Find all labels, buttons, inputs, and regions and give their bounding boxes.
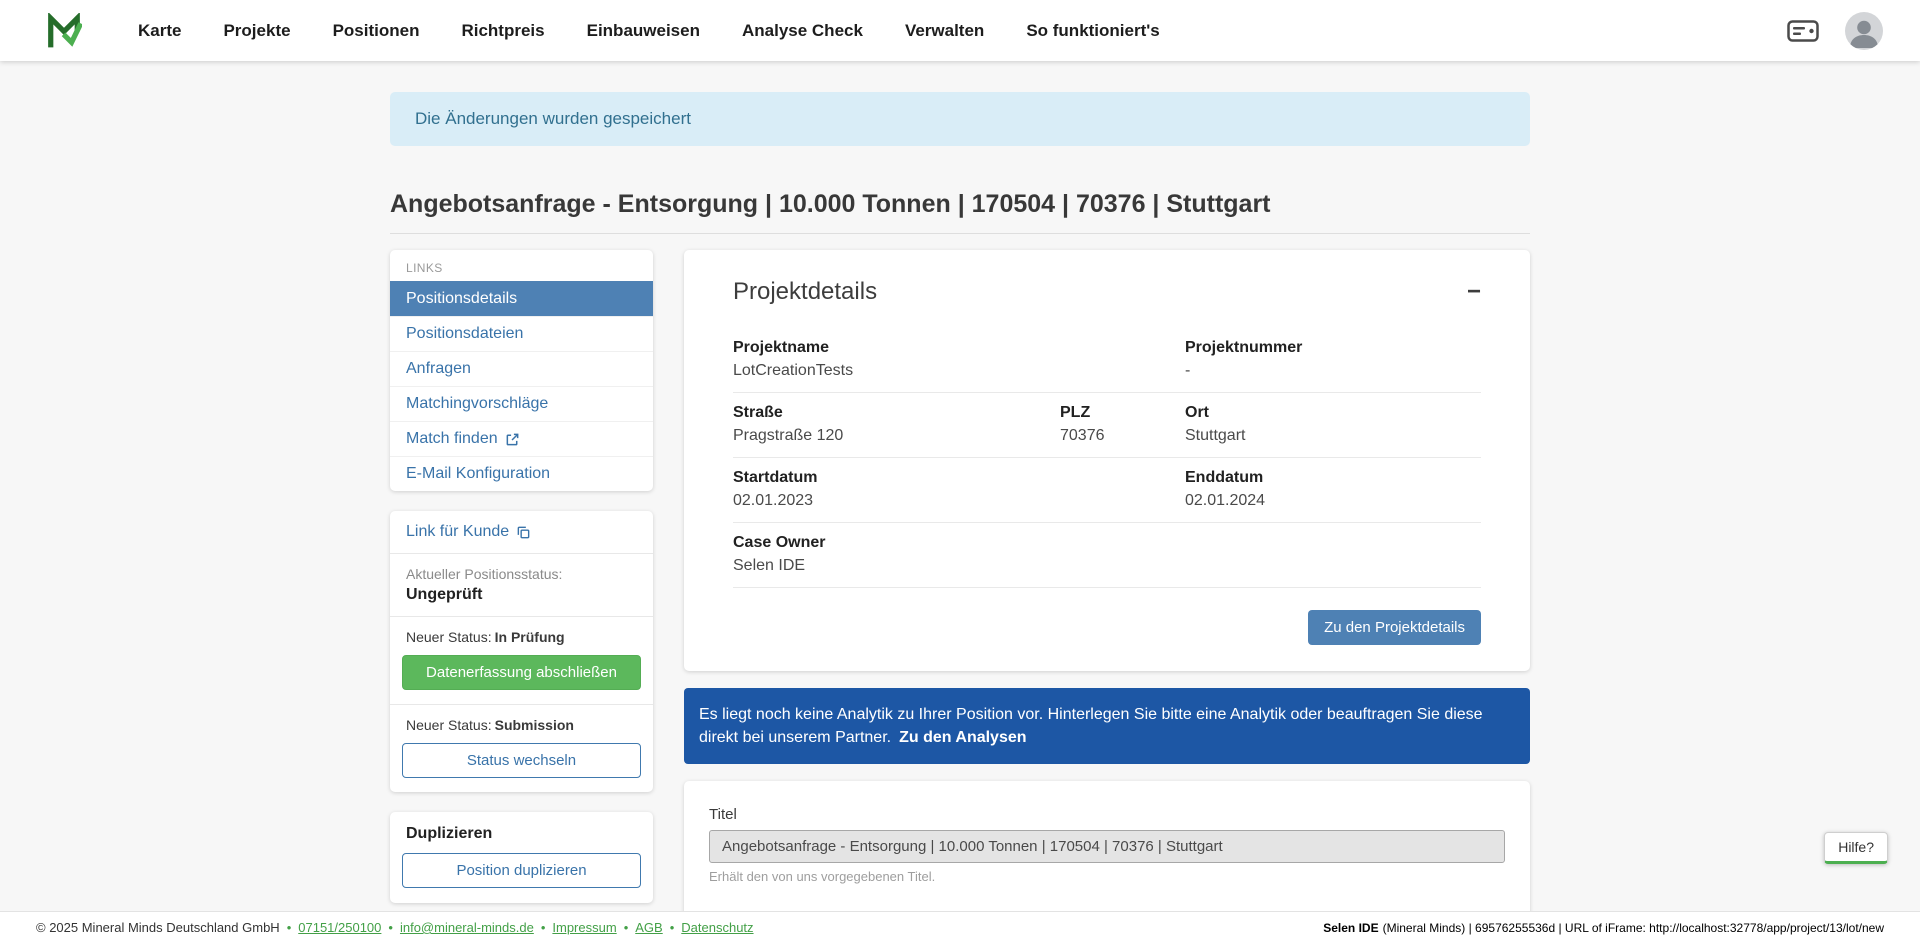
separator-dot: •: [541, 920, 546, 935]
strasse-value: Pragstraße 120: [733, 427, 1060, 445]
footer-datenschutz-link[interactable]: Datenschutz: [681, 920, 753, 935]
titel-help: Erhält den von uns vorgegebenen Titel.: [709, 869, 1505, 884]
project-row: Straße Pragstraße 120 PLZ 70376 Ort Stut…: [733, 393, 1481, 458]
sidebar-item-positionsdateien[interactable]: Positionsdateien: [390, 316, 653, 351]
main-column: Projektdetails − Projektname LotCreation…: [684, 250, 1530, 911]
topbar-right: [1787, 12, 1883, 50]
complete-data-entry-button[interactable]: Datenerfassung abschließen: [402, 655, 641, 690]
case-owner-value: Selen IDE: [733, 557, 1481, 575]
sidebar-links-card: LINKS Positionsdetails Positionsdateien …: [390, 250, 653, 491]
nav-item-projekte[interactable]: Projekte: [223, 21, 290, 41]
project-details-button[interactable]: Zu den Projektdetails: [1308, 610, 1481, 645]
project-row: Startdatum 02.01.2023 Enddatum 02.01.202…: [733, 458, 1481, 523]
footer-user: Selen IDE: [1323, 921, 1378, 935]
ort-label: Ort: [1185, 404, 1481, 422]
main-area: Die Änderungen wurden gespeichert Angebo…: [0, 61, 1920, 911]
footer-agb-link[interactable]: AGB: [635, 920, 662, 935]
our-position-number-label: Unsere Positionsnummer: [709, 910, 1089, 911]
server-icon[interactable]: [1787, 20, 1819, 42]
position-number-label: Positionsnummer/-bezeichnung: [1125, 910, 1505, 911]
titel-label: Titel: [709, 806, 1505, 823]
footer: © 2025 Mineral Minds Deutschland GmbH • …: [0, 911, 1920, 943]
duplicate-position-button[interactable]: Position duplizieren: [402, 853, 641, 888]
nav-item-analyse-check[interactable]: Analyse Check: [742, 21, 863, 41]
projektnummer-value: -: [1185, 362, 1481, 380]
project-details-title: Projektdetails: [733, 278, 877, 306]
footer-left: © 2025 Mineral Minds Deutschland GmbH • …: [36, 920, 754, 935]
next-status-1: Neuer Status:In Prüfung: [406, 629, 637, 645]
project-row: Projektname LotCreationTests Projektnumm…: [733, 328, 1481, 393]
duplicate-card: Duplizieren Position duplizieren: [390, 812, 653, 903]
help-button[interactable]: Hilfe?: [1824, 832, 1888, 864]
match-finden-label: Match finden: [406, 430, 498, 448]
separator-dot: •: [624, 920, 629, 935]
switch-status-button[interactable]: Status wechseln: [402, 743, 641, 778]
separator-dot: •: [287, 920, 292, 935]
duplicate-heading: Duplizieren: [402, 825, 641, 853]
title-divider: [390, 233, 1530, 234]
nav-item-karte[interactable]: Karte: [138, 21, 181, 41]
analytics-banner: Es liegt noch keine Analytik zu Ihrer Po…: [684, 688, 1530, 764]
footer-session-text: (Mineral Minds) | 69576255536d | URL of …: [1383, 921, 1884, 935]
top-nav-bar: Karte Projekte Positionen Richtpreis Ein…: [0, 0, 1920, 61]
customer-link[interactable]: Link für Kunde: [406, 523, 531, 541]
nav-item-so-funktionierts[interactable]: So funktioniert's: [1026, 21, 1159, 41]
titel-input: [709, 830, 1505, 863]
sidebar-item-email-konfiguration[interactable]: E-Mail Konfiguration: [390, 456, 653, 491]
separator-dot: •: [670, 920, 675, 935]
analytics-link[interactable]: Zu den Analysen: [899, 729, 1026, 746]
startdatum-value: 02.01.2023: [733, 492, 1185, 510]
next-status-1-value: In Prüfung: [495, 629, 565, 645]
customer-link-label: Link für Kunde: [406, 523, 509, 541]
nav-item-positionen[interactable]: Positionen: [333, 21, 420, 41]
startdatum-label: Startdatum: [733, 469, 1185, 487]
footer-phone-link[interactable]: 07151/250100: [298, 920, 381, 935]
sidebar-item-match-finden[interactable]: Match finden: [390, 421, 653, 456]
plz-value: 70376: [1060, 427, 1185, 445]
sidebar-item-positionsdetails[interactable]: Positionsdetails: [390, 281, 653, 316]
separator-dot: •: [388, 920, 393, 935]
current-status-label: Aktueller Positionsstatus:: [406, 566, 637, 582]
footer-impressum-link[interactable]: Impressum: [552, 920, 616, 935]
changes-saved-alert: Die Änderungen wurden gespeichert: [390, 92, 1530, 146]
project-row: Case Owner Selen IDE: [733, 523, 1481, 588]
sidebar-item-matchingvorschlaege[interactable]: Matchingvorschläge: [390, 386, 653, 421]
logo-m-icon: [46, 13, 82, 48]
page-title: Angebotsanfrage - Entsorgung | 10.000 To…: [390, 190, 1530, 219]
status-card: Link für Kunde Aktueller Positionsstatus…: [390, 511, 653, 792]
project-details-card: Projektdetails − Projektname LotCreation…: [684, 250, 1530, 671]
collapse-project-details-button[interactable]: −: [1459, 278, 1489, 306]
next-status-2-label: Neuer Status:: [406, 717, 492, 733]
sidebar: LINKS Positionsdetails Positionsdateien …: [390, 250, 653, 911]
projektnummer-label: Projektnummer: [1185, 339, 1481, 357]
next-status-1-label: Neuer Status:: [406, 629, 492, 645]
case-owner-label: Case Owner: [733, 534, 1481, 552]
external-link-icon: [505, 432, 520, 447]
position-form-card: Titel Erhält den von uns vorgegebenen Ti…: [684, 781, 1530, 911]
main-nav: Karte Projekte Positionen Richtpreis Ein…: [138, 21, 1160, 41]
next-status-2-value: Submission: [495, 717, 574, 733]
sidebar-item-anfragen[interactable]: Anfragen: [390, 351, 653, 386]
nav-item-einbauweisen[interactable]: Einbauweisen: [587, 21, 700, 41]
user-avatar-icon[interactable]: [1845, 12, 1883, 50]
footer-session-info: Selen IDE (Mineral Minds) | 69576255536d …: [1323, 921, 1884, 935]
enddatum-label: Enddatum: [1185, 469, 1481, 487]
projektname-label: Projektname: [733, 339, 1185, 357]
nav-item-richtpreis[interactable]: Richtpreis: [461, 21, 544, 41]
next-status-2: Neuer Status:Submission: [406, 717, 637, 733]
copy-icon: [516, 525, 531, 540]
nav-item-verwalten[interactable]: Verwalten: [905, 21, 984, 41]
mineral-minds-logo[interactable]: [46, 13, 82, 48]
links-header: LINKS: [390, 250, 653, 281]
ort-value: Stuttgart: [1185, 427, 1481, 445]
current-status-value: Ungeprüft: [406, 586, 637, 604]
footer-email-link[interactable]: info@mineral-minds.de: [400, 920, 534, 935]
analytics-banner-text: Es liegt noch keine Analytik zu Ihrer Po…: [699, 706, 1483, 746]
enddatum-value: 02.01.2024: [1185, 492, 1481, 510]
copyright-text: © 2025 Mineral Minds Deutschland GmbH: [36, 920, 280, 935]
projektname-value: LotCreationTests: [733, 362, 1185, 380]
strasse-label: Straße: [733, 404, 1060, 422]
plz-label: PLZ: [1060, 404, 1185, 422]
